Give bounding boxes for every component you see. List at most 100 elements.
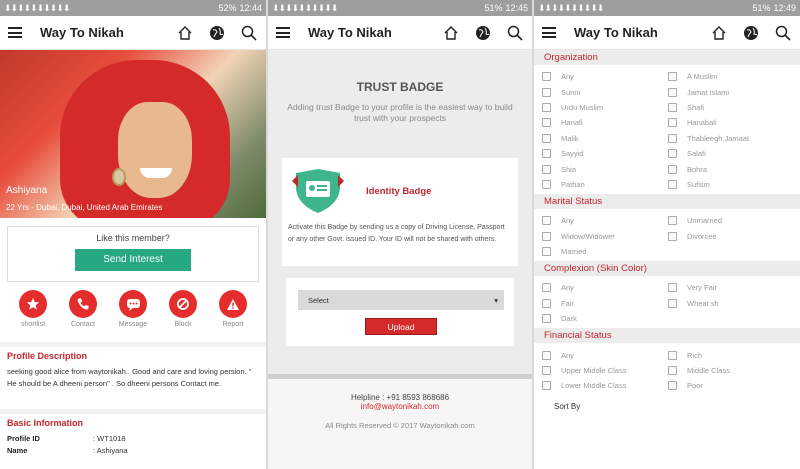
profile-photo[interactable]: Ashiyana 22 Yrs - Dubai, Dubai, United A… — [0, 50, 266, 218]
filter-option[interactable]: Shafi — [668, 100, 794, 115]
globe-icon[interactable] — [742, 24, 760, 42]
checkbox[interactable] — [668, 283, 677, 293]
checkbox[interactable] — [542, 149, 551, 159]
filter-option[interactable]: Salafi — [668, 146, 794, 161]
checkbox[interactable] — [542, 118, 551, 128]
profile-actions: shortlist Contact Message Block Report — [0, 282, 266, 338]
home-icon[interactable] — [442, 24, 460, 42]
checkbox[interactable] — [668, 72, 677, 82]
app-bar: Way To Nikah — [534, 16, 800, 50]
option-label: Hanafi — [561, 118, 583, 128]
search-icon[interactable] — [240, 24, 258, 42]
block-action[interactable]: Block — [163, 290, 203, 338]
filter-option[interactable]: Rich — [668, 347, 794, 362]
checkbox[interactable] — [668, 133, 677, 143]
filter-option[interactable]: Bohra — [668, 161, 794, 176]
filter-option[interactable]: Fair — [542, 296, 668, 311]
checkbox[interactable] — [668, 149, 677, 159]
filter-option[interactable]: Middle Class — [668, 363, 794, 378]
checkbox[interactable] — [542, 283, 551, 293]
filter-option[interactable]: Married — [542, 244, 668, 259]
checkbox[interactable] — [542, 102, 551, 112]
home-icon[interactable] — [176, 24, 194, 42]
filter-option[interactable]: Any — [542, 347, 668, 362]
filter-option[interactable]: Widow/Widower — [542, 229, 668, 244]
checkbox[interactable] — [542, 350, 551, 360]
filter-option[interactable]: Upper Middle Class — [542, 363, 668, 378]
document-type-select[interactable]: Select ▾ — [298, 290, 504, 310]
option-label: Any — [561, 216, 574, 226]
search-icon[interactable] — [774, 24, 792, 42]
checkbox[interactable] — [668, 87, 677, 97]
app-bar: Way To Nikah — [0, 16, 266, 50]
checkbox[interactable] — [668, 350, 677, 360]
filter-option[interactable]: Poor — [668, 378, 794, 393]
checkbox[interactable] — [542, 381, 551, 391]
checkbox[interactable] — [542, 216, 551, 226]
checkbox[interactable] — [542, 366, 551, 376]
filter-option[interactable]: Jamat Islami — [668, 84, 794, 99]
checkbox[interactable] — [542, 72, 551, 82]
filter-option[interactable]: Shia — [542, 161, 668, 176]
checkbox[interactable] — [668, 102, 677, 112]
globe-icon[interactable] — [474, 24, 492, 42]
filter-option[interactable]: Unmarried — [668, 213, 794, 228]
report-action[interactable]: Report — [213, 290, 253, 338]
filter-option[interactable]: Any — [542, 69, 668, 84]
filter-option[interactable]: Divorcee — [668, 229, 794, 244]
checkbox[interactable] — [542, 164, 551, 174]
filter-option[interactable]: Sayyid — [542, 146, 668, 161]
filter-option[interactable]: Thableegh Jamaat — [668, 131, 794, 146]
shortlist-action[interactable]: shortlist — [13, 290, 53, 338]
filter-option[interactable]: Hanafi — [542, 115, 668, 130]
filter-option[interactable]: Malik — [542, 131, 668, 146]
checkbox[interactable] — [542, 314, 551, 324]
contact-action[interactable]: Contact — [63, 290, 103, 338]
action-label: Contact — [70, 321, 96, 328]
filter-option[interactable]: Dark — [542, 311, 668, 326]
upload-button[interactable]: Upload — [365, 318, 437, 335]
email-link[interactable]: info@waytonikah.com — [268, 402, 532, 411]
checkbox[interactable] — [668, 298, 677, 308]
option-label: Salafi — [687, 149, 706, 159]
option-label: Any — [561, 283, 574, 293]
checkbox[interactable] — [668, 118, 677, 128]
filter-option[interactable]: Very Fair — [668, 280, 794, 295]
filter-option[interactable]: Any — [542, 280, 668, 295]
filter-option[interactable]: Any — [542, 213, 668, 228]
identity-badge-title: Identity Badge — [366, 185, 432, 197]
home-icon[interactable] — [710, 24, 728, 42]
checkbox[interactable] — [542, 87, 551, 97]
hamburger-menu-icon[interactable] — [276, 27, 290, 38]
filter-option[interactable]: Urdu Muslim — [542, 100, 668, 115]
filter-option[interactable]: Sunni — [542, 84, 668, 99]
option-label: Very Fair — [687, 283, 718, 293]
send-interest-button[interactable]: Send Interest — [75, 249, 191, 271]
checkbox[interactable] — [668, 179, 677, 189]
financial-status-heading: Financial Status — [534, 328, 800, 344]
checkbox[interactable] — [542, 231, 551, 241]
checkbox[interactable] — [542, 179, 551, 189]
checkbox[interactable] — [668, 381, 677, 391]
filter-option[interactable]: Pathan — [542, 177, 668, 192]
checkbox[interactable] — [542, 247, 551, 257]
info-value: : WT1018 — [93, 433, 126, 443]
checkbox[interactable] — [668, 216, 677, 226]
checkbox[interactable] — [668, 164, 677, 174]
checkbox[interactable] — [668, 231, 677, 241]
filter-option[interactable]: Wheat sh — [668, 296, 794, 311]
message-action[interactable]: Message — [113, 290, 153, 338]
filter-option[interactable]: Hanabali — [668, 115, 794, 130]
hamburger-menu-icon[interactable] — [542, 27, 556, 38]
globe-icon[interactable] — [208, 24, 226, 42]
checkbox[interactable] — [542, 133, 551, 143]
search-icon[interactable] — [506, 24, 524, 42]
filter-option[interactable]: Lower Middle Class — [542, 378, 668, 393]
hamburger-menu-icon[interactable] — [8, 27, 22, 38]
checkbox[interactable] — [542, 298, 551, 308]
action-label: Message — [118, 321, 148, 328]
filter-option[interactable]: Sufism — [668, 177, 794, 192]
checkbox[interactable] — [668, 366, 677, 376]
search-filters-screen: ⬇⬇⬇⬇⬇⬇⬇⬇⬇⬇ 51% 12:49 Way To Nikah Organi… — [534, 0, 800, 469]
filter-option[interactable]: A Muslim — [668, 69, 794, 84]
